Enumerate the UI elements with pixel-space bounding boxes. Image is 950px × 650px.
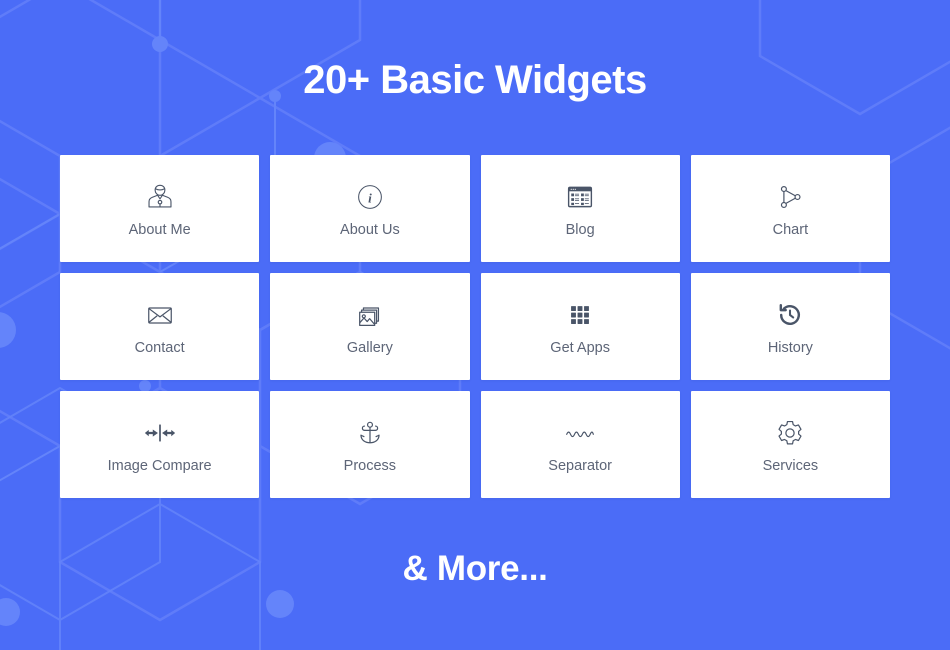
widget-label: About Me [128,221,191,238]
widget-label: Image Compare [107,457,212,474]
widget-card-contact[interactable]: Contact [60,273,260,380]
widget-card-separator[interactable]: Separator [480,391,680,498]
widget-label: Separator [548,457,612,474]
widget-card-about-me[interactable]: About Me [60,155,260,262]
left-right-arrows-divider-icon [140,416,180,450]
widget-card-services[interactable]: Services [690,391,890,498]
widget-card-process[interactable]: Process [270,391,470,498]
wavy-line-icon [560,416,600,450]
envelope-icon [140,298,180,332]
gear-icon [770,416,810,450]
anchor-icon [350,416,390,450]
page-root: 20+ Basic Widgets About Me i About Us Bl… [0,0,950,650]
widget-card-chart[interactable]: Chart [690,155,890,262]
svg-text:i: i [368,190,372,205]
widget-label: Chart [772,221,809,238]
widget-label: Gallery [346,339,393,356]
widget-label: Process [343,457,397,474]
widget-label: History [767,339,813,356]
clock-rewind-icon [770,298,810,332]
page-title: 20+ Basic Widgets [303,58,647,102]
widget-card-blog[interactable]: Blog [480,155,680,262]
person-bust-icon [140,180,180,214]
more-text: & More... [402,549,548,588]
app-grid-icon [560,298,600,332]
widget-card-about-us[interactable]: i About Us [270,155,470,262]
widget-card-gallery[interactable]: Gallery [270,273,470,380]
widget-label: Contact [134,339,185,356]
info-circle-icon: i [350,180,390,214]
widget-card-history[interactable]: History [690,273,890,380]
widget-label: Services [762,457,819,474]
browser-grid-icon [560,180,600,214]
widget-grid: About Me i About Us Blog Chart Contact G… [60,155,890,498]
widget-card-image-compare[interactable]: Image Compare [60,391,260,498]
widget-card-get-apps[interactable]: Get Apps [480,273,680,380]
stacked-photos-icon [350,298,390,332]
widget-label: Get Apps [550,339,610,356]
widget-label: About Us [340,221,400,238]
widget-label: Blog [565,221,595,238]
network-nodes-icon [770,180,810,214]
